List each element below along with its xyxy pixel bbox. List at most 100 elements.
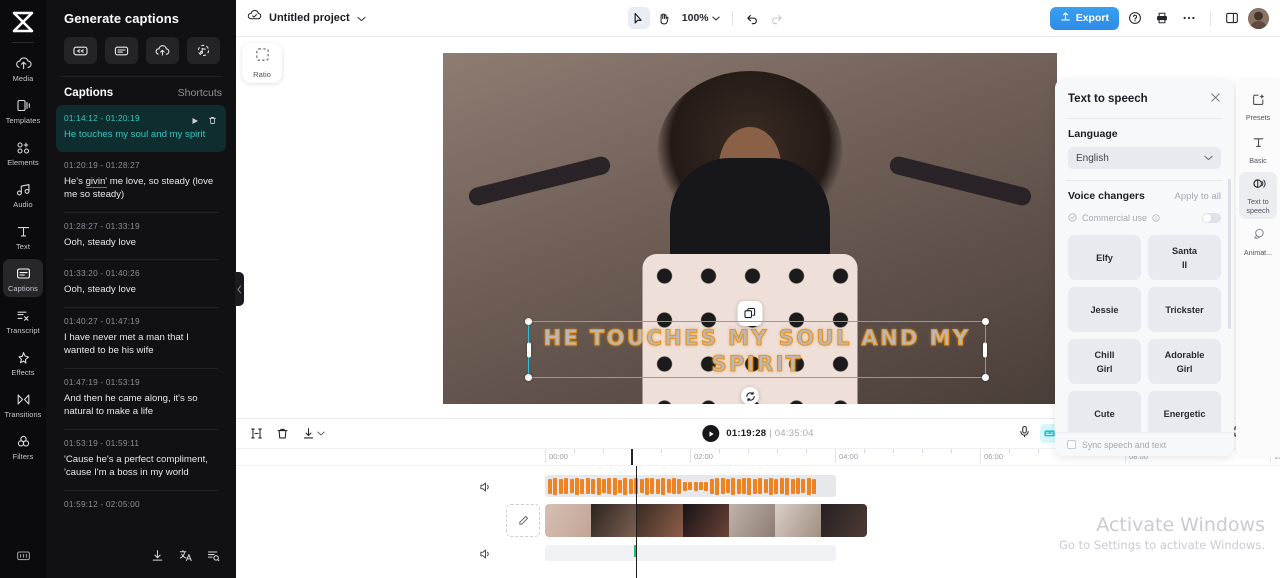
cursor-select-icon[interactable] xyxy=(627,7,650,29)
resize-handle-right[interactable] xyxy=(983,342,987,357)
playhead-line[interactable] xyxy=(636,466,638,578)
voice-option[interactable]: Santa II xyxy=(1148,235,1221,280)
video-canvas[interactable]: HE TOUCHES MY SOUL AND MY SPIRIT xyxy=(443,53,1057,404)
caption-item[interactable]: 01:53:19 - 01:59:11 'Cause he's a perfec… xyxy=(56,430,226,490)
caption-item-selected[interactable]: 01:14:12 - 01:20:19 He touches my soul a… xyxy=(56,105,226,152)
manual-captions-icon[interactable] xyxy=(105,37,138,64)
language-select[interactable]: English xyxy=(1068,147,1221,169)
sidebar-item-elements[interactable]: Elements xyxy=(3,133,43,171)
redo-icon[interactable] xyxy=(766,7,788,29)
sidebar-item-captions[interactable]: Captions xyxy=(3,259,43,297)
hand-pan-icon[interactable] xyxy=(653,7,675,29)
caption-item[interactable]: 01:20:19 - 01:28:27 He's givin' me love,… xyxy=(56,152,226,212)
ratio-button[interactable]: Ratio xyxy=(242,43,282,83)
captions-footer xyxy=(46,538,236,578)
shortcuts-link[interactable]: Shortcuts xyxy=(178,87,222,99)
download-button[interactable] xyxy=(302,427,325,440)
rrail-item-presets[interactable]: Presets xyxy=(1239,87,1277,127)
secondary-audio-track[interactable] xyxy=(545,545,836,561)
close-icon[interactable] xyxy=(1210,90,1221,108)
voice-option[interactable]: Trickster xyxy=(1148,287,1221,332)
project-selector[interactable]: Untitled project xyxy=(247,9,366,27)
timeline-tracks[interactable] xyxy=(236,466,1280,578)
rrail-item-basic[interactable]: Basic xyxy=(1239,130,1277,170)
collapse-panel-handle[interactable] xyxy=(235,272,244,306)
microphone-icon[interactable] xyxy=(1018,425,1031,443)
undo-icon[interactable] xyxy=(741,7,763,29)
resize-handle-top-left[interactable] xyxy=(525,318,532,325)
sidebar-item-text[interactable]: Text xyxy=(3,217,43,255)
split-clip-icon[interactable] xyxy=(250,427,263,440)
batch-edit-icon[interactable] xyxy=(207,549,220,567)
rrail-item-animation[interactable]: Animat... xyxy=(1239,222,1277,262)
playhead-knob[interactable] xyxy=(631,449,633,465)
auto-captions-icon[interactable] xyxy=(64,37,97,64)
apply-to-all-button[interactable]: Apply to all xyxy=(1175,191,1221,202)
sidebar-item-templates[interactable]: Templates xyxy=(3,91,43,129)
keyboard-shortcuts-icon[interactable] xyxy=(15,548,32,568)
resize-handle-bottom-right[interactable] xyxy=(982,374,989,381)
tts-scrollbar[interactable] xyxy=(1228,179,1231,329)
edit-pencil-icon[interactable] xyxy=(506,504,540,537)
video-clip[interactable] xyxy=(545,504,867,537)
caption-text: Ooh, steady love xyxy=(64,236,136,248)
sidebar-item-media[interactable]: Media xyxy=(3,49,43,87)
speaker-icon[interactable] xyxy=(479,547,492,565)
ruler-label: 02:00 xyxy=(694,452,714,461)
resize-handle-bottom-left[interactable] xyxy=(525,374,532,381)
voice-option[interactable]: Energetic xyxy=(1148,391,1221,436)
rrail-item-text-to-speech[interactable]: Text to speech xyxy=(1239,172,1277,220)
caption-selection-box[interactable]: HE TOUCHES MY SOUL AND MY SPIRIT xyxy=(525,318,989,381)
delete-caption-icon[interactable] xyxy=(208,112,217,130)
caption-item[interactable]: 01:59:12 - 02:05:00 xyxy=(56,491,226,519)
sidebar-item-transitions[interactable]: Transitions xyxy=(3,385,43,423)
shield-check-icon xyxy=(1068,209,1077,227)
captions-list[interactable]: 01:14:12 - 01:20:19 He touches my soul a… xyxy=(46,105,236,538)
download-icon[interactable] xyxy=(151,549,164,567)
more-dots-icon[interactable] xyxy=(1178,7,1200,29)
voice-option[interactable]: Adorable Girl xyxy=(1148,339,1221,384)
printer-icon[interactable] xyxy=(1151,7,1173,29)
sidebar-item-label: Captions xyxy=(8,284,38,293)
caption-item[interactable]: 01:47:19 - 01:53:19 And then he came alo… xyxy=(56,369,226,429)
resize-handle-top-right[interactable] xyxy=(982,318,989,325)
caption-item[interactable]: 01:33:20 - 01:40:26 Ooh, steady love xyxy=(56,260,226,307)
sidebar-item-transcript[interactable]: Transcript xyxy=(3,301,43,339)
voice-name: Chill xyxy=(1094,349,1115,360)
capcut-logo-icon[interactable] xyxy=(6,8,40,36)
commercial-use-toggle[interactable] xyxy=(1202,213,1221,223)
resize-handle-left[interactable] xyxy=(527,342,531,357)
voice-option[interactable]: Elfy xyxy=(1068,235,1141,280)
delete-icon[interactable] xyxy=(276,427,289,440)
rotate-handle-icon[interactable] xyxy=(741,387,759,404)
lyrics-sticker-icon[interactable] xyxy=(187,37,220,64)
sidebar-item-audio[interactable]: Audio xyxy=(3,175,43,213)
rrail-item-label: Animat... xyxy=(1243,248,1273,258)
sync-speech-checkbox[interactable] xyxy=(1067,440,1076,449)
zoom-level-selector[interactable]: 100% xyxy=(682,12,720,24)
voice-option[interactable]: Cute xyxy=(1068,391,1141,436)
sidebar-item-effects[interactable]: Effects xyxy=(3,343,43,381)
panel-layout-icon[interactable] xyxy=(1221,7,1243,29)
export-button[interactable]: Export xyxy=(1049,6,1119,30)
animation-icon xyxy=(1251,227,1266,247)
toolbar-divider xyxy=(1209,10,1211,26)
translate-icon[interactable] xyxy=(179,549,192,567)
avatar[interactable] xyxy=(1247,7,1269,29)
speaker-icon[interactable] xyxy=(479,480,492,498)
audio-waveform-track[interactable] xyxy=(545,475,836,497)
voice-option[interactable]: Chill Girl xyxy=(1068,339,1141,384)
caption-timecode: 01:20:19 - 01:28:27 xyxy=(64,159,140,170)
help-question-icon[interactable] xyxy=(1124,7,1146,29)
caption-item[interactable]: 01:40:27 - 01:47:19 I have never met a m… xyxy=(56,308,226,368)
sidebar-item-filters[interactable]: Filters xyxy=(3,427,43,465)
play-icon[interactable] xyxy=(702,425,720,442)
effects-sparkle-icon xyxy=(14,348,32,366)
caption-item[interactable]: 01:28:27 - 01:33:19 Ooh, steady love xyxy=(56,213,226,260)
play-caption-icon[interactable] xyxy=(191,112,199,130)
upload-subtitle-icon[interactable] xyxy=(146,37,179,64)
clip-thumbnail xyxy=(775,504,821,537)
captions-label: Captions xyxy=(64,87,114,99)
info-icon[interactable] xyxy=(1152,209,1160,227)
voice-option[interactable]: Jessie xyxy=(1068,287,1141,332)
